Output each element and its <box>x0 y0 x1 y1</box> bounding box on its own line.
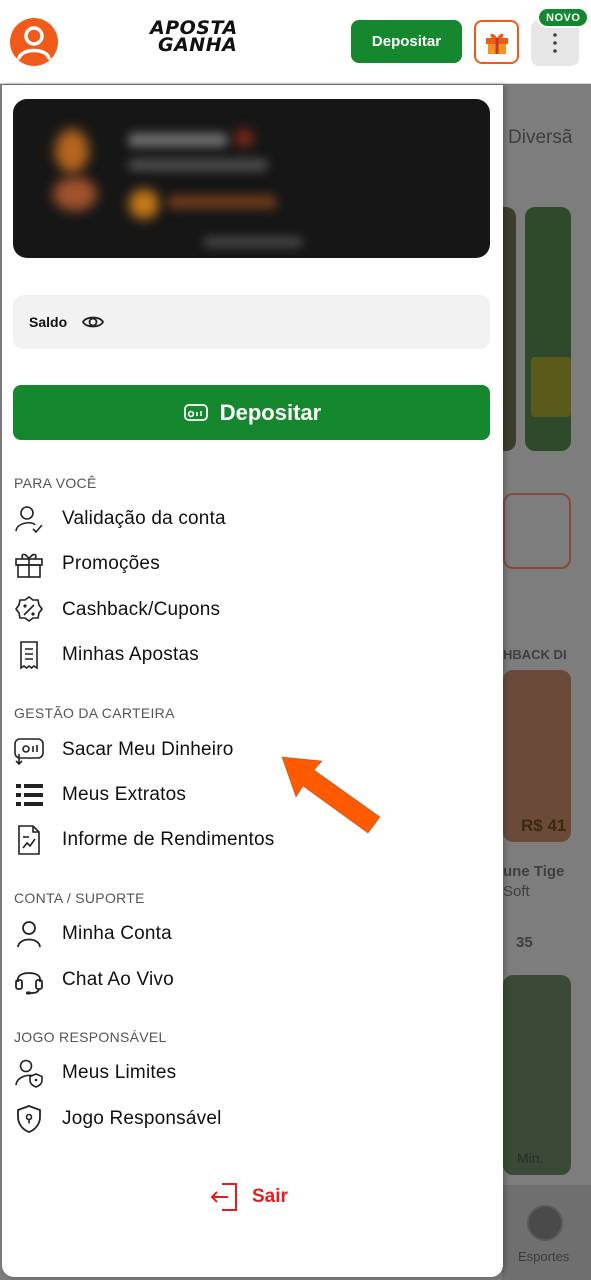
menu-item-minha-conta[interactable]: Minha Conta <box>10 914 490 954</box>
annotation-arrow-icon <box>281 756 381 834</box>
user-check-icon <box>15 506 43 534</box>
section-title-conta-suporte: CONTA / SUPORTE <box>14 890 145 906</box>
menu-item-label: Promoções <box>62 553 160 574</box>
drawer-deposit-label: Depositar <box>219 399 322 425</box>
bg-game-card[interactable]: Min. <box>503 975 571 1175</box>
menu-item-label: Meus Extratos <box>62 784 187 805</box>
withdraw-icon <box>14 738 44 766</box>
menu-item-label: Jogo Responsável <box>62 1108 222 1129</box>
drawer-deposit-button[interactable]: Depositar <box>13 385 490 440</box>
bg-game-card[interactable]: R$ 41 <box>503 670 571 842</box>
bg-game-title: une Tige <box>503 863 565 880</box>
menu-item-cashback[interactable]: Cashback/Cupons <box>10 590 490 630</box>
menu-item-label: Minhas Apostas <box>62 644 199 665</box>
discount-badge-icon <box>15 596 43 622</box>
new-badge: NOVO <box>537 7 590 28</box>
user-shield-icon <box>15 1059 43 1088</box>
user-icon <box>17 921 41 948</box>
section-title-para-voce: PARA VOCÊ <box>14 475 97 491</box>
menu-item-extratos[interactable]: Meus Extratos <box>10 775 490 815</box>
gift-icon <box>15 553 43 578</box>
bg-section-heading: Diversã <box>508 127 573 148</box>
header-deposit-button[interactable]: Depositar <box>351 20 462 63</box>
logout-icon <box>210 1183 237 1211</box>
gift-icon <box>485 33 508 54</box>
section-title-gestao-carteira: GESTÃO DA CARTEIRA <box>14 705 175 721</box>
menu-item-chat[interactable]: Chat Ao Vivo <box>10 960 490 1000</box>
menu-item-minhas-apostas[interactable]: Minhas Apostas <box>10 635 490 675</box>
top-bar: APOSTA GANHA Depositar NOVO <box>0 0 591 84</box>
bg-game-card[interactable] <box>525 207 571 451</box>
menu-item-label: Sacar Meu Dinheiro <box>62 739 234 760</box>
eye-icon[interactable] <box>81 310 105 334</box>
wallet-deposit-icon <box>183 403 208 421</box>
soccer-ball-icon <box>527 1205 563 1241</box>
bg-amount: R$ 41 <box>521 816 567 835</box>
menu-item-label: Chat Ao Vivo <box>62 969 174 990</box>
user-avatar-icon <box>17 26 51 60</box>
list-icon <box>16 784 43 806</box>
brand-logo[interactable]: APOSTA GANHA <box>150 19 270 60</box>
menu-item-label: Validação da conta <box>62 508 226 529</box>
menu-item-label: Meus Limites <box>62 1062 177 1083</box>
receipt-icon <box>20 641 38 670</box>
bg-min-label: Min. <box>517 1150 544 1166</box>
bg-count: 35 <box>516 934 533 951</box>
menu-item-sacar[interactable]: Sacar Meu Dinheiro <box>10 730 490 770</box>
avatar[interactable] <box>10 18 58 66</box>
profile-card-blurred[interactable] <box>13 99 490 258</box>
logout-label: Sair <box>252 1186 288 1207</box>
menu-item-promocoes[interactable]: Promoções <box>10 544 490 584</box>
menu-item-jogo-responsavel[interactable]: Jogo Responsável <box>10 1099 490 1139</box>
bg-cashback-label: HBACK DI <box>503 647 567 662</box>
balance-label: Saldo <box>29 314 68 330</box>
menu-item-informe-rendimentos[interactable]: Informe de Rendimentos <box>10 820 490 860</box>
bg-nav-label: Esportes <box>518 1249 570 1264</box>
logo-line-2: GANHA <box>158 34 238 56</box>
shield-icon <box>17 1105 41 1133</box>
menu-item-limites[interactable]: Meus Limites <box>10 1053 490 1093</box>
bg-nav-esportes[interactable]: Esportes <box>502 1185 591 1280</box>
balance-panel: Saldo <box>13 295 490 349</box>
menu-item-label: Minha Conta <box>62 923 172 944</box>
headset-icon <box>15 972 43 995</box>
bg-provider: Soft <box>503 883 530 900</box>
section-title-jogo-responsavel: JOGO RESPONSÁVEL <box>14 1029 167 1045</box>
gift-button[interactable] <box>474 20 519 64</box>
more-vertical-icon <box>553 33 557 53</box>
side-drawer: Saldo Depositar PARA VOCÊ Validação da c… <box>2 85 503 1277</box>
report-icon <box>18 825 40 855</box>
logout-button[interactable]: Sair <box>208 1177 288 1217</box>
menu-item-validacao[interactable]: Validação da conta <box>10 499 490 539</box>
menu-item-label: Informe de Rendimentos <box>62 829 275 850</box>
menu-item-label: Cashback/Cupons <box>62 599 221 620</box>
bg-promo-box[interactable] <box>503 493 571 569</box>
